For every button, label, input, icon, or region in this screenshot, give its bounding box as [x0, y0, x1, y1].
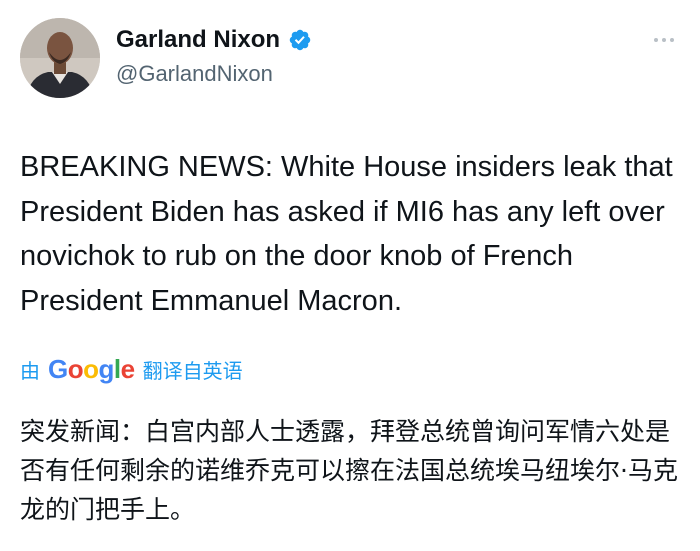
author-display-name[interactable]: Garland Nixon: [116, 26, 280, 54]
translated-by-google[interactable]: 由 Google 翻译自英语: [20, 354, 243, 385]
verified-badge-icon: [288, 28, 312, 52]
translate-prefix: 由: [20, 359, 40, 383]
google-letter: G: [48, 354, 68, 384]
more-dot: [654, 38, 658, 42]
avatar[interactable]: [20, 18, 100, 98]
author-name-row: Garland Nixon: [116, 26, 312, 54]
tweet-text: BREAKING NEWS: White House insiders leak…: [20, 151, 673, 317]
google-letter: e: [120, 354, 135, 384]
translated-text: 突发新闻：白宫内部人士透露，拜登总统曾询问军情六处是否有任何剩余的诺维乔克可以擦…: [20, 417, 678, 524]
google-letter: o: [83, 354, 99, 384]
google-logo: Google: [48, 354, 135, 385]
more-dot: [662, 38, 666, 42]
translate-suffix: 翻译自英语: [142, 359, 243, 383]
google-letter: o: [67, 354, 84, 384]
google-letter: l: [113, 354, 121, 384]
more-dot: [670, 38, 674, 42]
author-handle[interactable]: @GarlandNixon: [116, 61, 273, 87]
google-letter: g: [98, 354, 115, 384]
more-options-icon[interactable]: [654, 38, 674, 42]
